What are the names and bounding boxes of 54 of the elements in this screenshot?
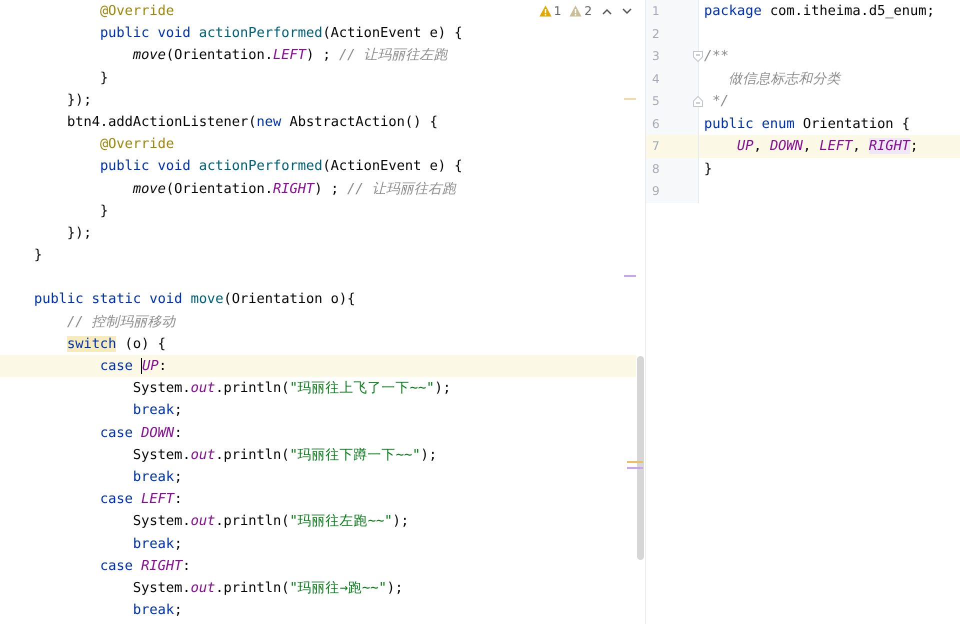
code-line: */ <box>711 92 729 111</box>
code-line: move(Orientation.LEFT) ; // 让玛丽往左跑 <box>132 47 448 64</box>
code-line: break; <box>132 402 182 418</box>
code-line: /** <box>704 47 729 66</box>
code-line: System.out.println("玛丽往下蹲一下~~"); <box>132 446 437 463</box>
code-line: case UP: <box>98 358 167 374</box>
line-number: 2 <box>652 26 660 42</box>
code-line: break; <box>132 468 182 485</box>
line-number: 6 <box>652 116 660 132</box>
code-line: break; <box>132 602 182 618</box>
line-number: 8 <box>652 160 660 178</box>
stripe-mark[interactable] <box>624 275 636 277</box>
line-number: 4 <box>652 70 660 88</box>
stripe-mark[interactable] <box>627 461 643 463</box>
fold-icon[interactable] <box>693 51 703 62</box>
line-number: 1 <box>652 3 660 20</box>
code-line: case DOWN: <box>98 424 182 441</box>
code-line: public enum Orientation { <box>704 114 910 134</box>
code-line: move(Orientation.RIGHT) ; // 让玛丽往右跑 <box>132 180 456 196</box>
chevron-up-icon[interactable] <box>602 8 612 14</box>
code-line: @Override <box>98 136 174 152</box>
fold-icon[interactable] <box>693 96 703 107</box>
code-line: package com.itheima.d5_enum; <box>704 2 935 21</box>
line-number: 7 <box>652 138 660 155</box>
code-line: 做信息标志和分类 <box>728 70 841 88</box>
code-line: } <box>98 202 108 219</box>
code-line: // 控制玛丽移动 <box>66 314 176 330</box>
scrollbar-thumb[interactable] <box>637 356 644 560</box>
warning-count[interactable]: 2 <box>569 4 592 18</box>
warning-count[interactable]: 1 <box>538 4 562 18</box>
code-line: @Override <box>98 3 174 19</box>
stripe-mark[interactable] <box>624 98 636 100</box>
code-line: } <box>704 160 712 178</box>
code-line: } <box>34 247 42 264</box>
line-number: 9 <box>652 183 660 200</box>
code-line: case LEFT: <box>98 491 182 508</box>
code-line: System.out.println("玛丽往左跑~~"); <box>132 513 409 530</box>
code-line: System.out.println("玛丽往上飞了一下~~"); <box>132 380 451 396</box>
stripe-mark[interactable] <box>627 467 643 469</box>
code-line: public void actionPerformed(ActionEvent e) { <box>98 158 463 174</box>
code-line: case RIGHT: <box>98 558 191 574</box>
code-line: switch (o) { <box>66 336 166 352</box>
chevron-down-icon[interactable] <box>622 8 632 14</box>
code-line: UP, DOWN, LEFT, RIGHT; <box>736 137 918 156</box>
code-line: System.out.println("玛丽往→跑~~"); <box>132 580 404 596</box>
line-number: 5 <box>652 93 660 110</box>
code-line: public static void move(Orientation o){ <box>34 291 356 308</box>
code-line: public void actionPerformed(ActionEvent e) { <box>98 25 463 42</box>
code-line: }); <box>66 92 92 108</box>
code-line: } <box>98 70 108 86</box>
code-line: }); <box>66 224 92 241</box>
code-line: btn4.addActionListener(new AbstractAction() { <box>66 114 438 130</box>
code-line: break; <box>132 536 182 552</box>
line-number: 3 <box>652 48 660 65</box>
